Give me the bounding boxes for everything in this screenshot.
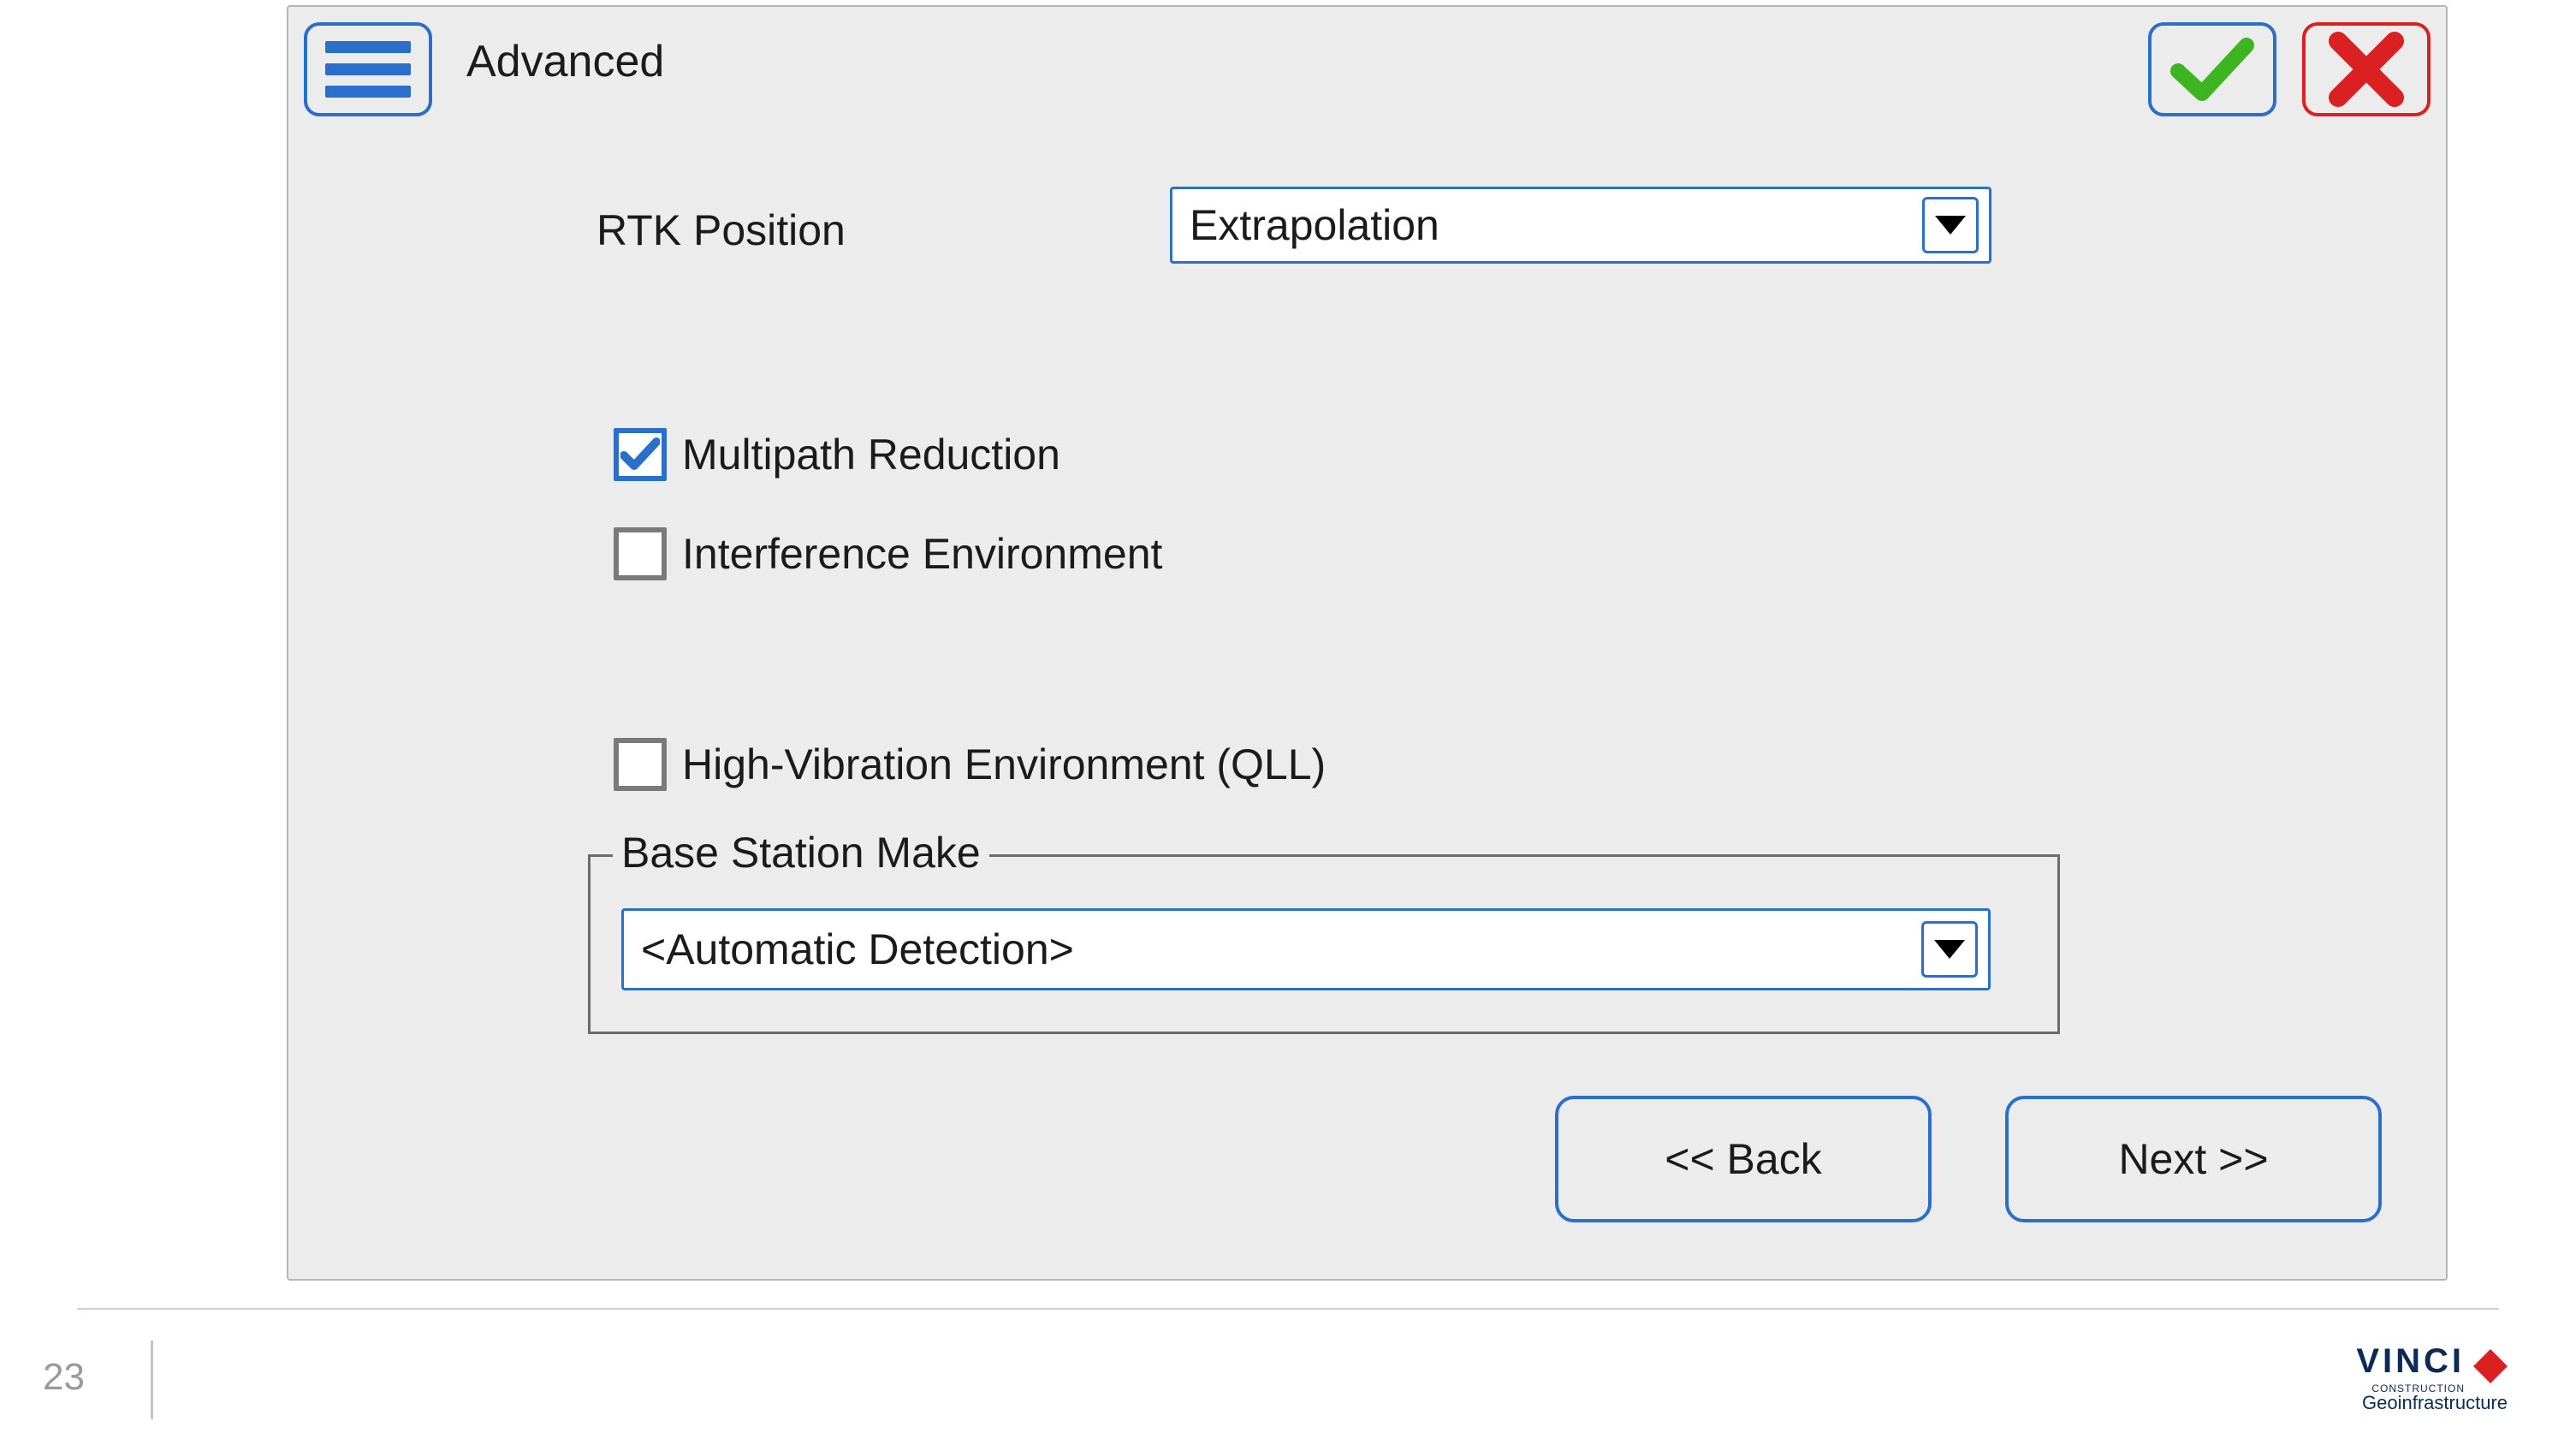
dialog-panel: Advanced RTK Position Extrapolation — [287, 5, 2448, 1281]
base-station-make-dropdown[interactable]: <Automatic Detection> — [621, 908, 1991, 990]
confirm-button[interactable] — [2148, 22, 2276, 116]
footer-divider — [77, 1308, 2499, 1310]
multipath-reduction-label: Multipath Reduction — [682, 430, 1060, 479]
checkmark-icon — [620, 435, 660, 474]
logo-primary-text: VINCI — [2356, 1344, 2465, 1378]
interference-environment-checkbox[interactable] — [614, 527, 667, 580]
hamburger-icon — [325, 41, 411, 98]
interference-environment-label: Interference Environment — [682, 529, 1162, 579]
logo-diamond-icon — [2473, 1349, 2508, 1383]
close-icon — [2328, 31, 2405, 108]
logo-division-text: Geoinfrastructure — [2356, 1394, 2508, 1412]
next-button[interactable]: Next >> — [2005, 1096, 2382, 1222]
logo-tagline-text: CONSTRUCTION — [2356, 1383, 2465, 1394]
rtk-position-dropdown[interactable]: Extrapolation — [1170, 187, 1991, 264]
page-title: Advanced — [466, 36, 664, 87]
page-number-divider — [151, 1341, 153, 1419]
cancel-button[interactable] — [2302, 22, 2431, 116]
menu-button[interactable] — [304, 22, 432, 116]
rtk-position-label: RTK Position — [597, 205, 846, 255]
back-button-label: << Back — [1665, 1134, 1821, 1184]
base-station-make-group: Base Station Make <Automatic Detection> — [588, 854, 2060, 1034]
high-vibration-checkbox[interactable] — [614, 738, 667, 791]
interference-environment-row: Interference Environment — [614, 527, 1162, 580]
high-vibration-row: High-Vibration Environment (QLL) — [614, 738, 1326, 791]
checkmark-icon — [2169, 35, 2255, 104]
vinci-logo: VINCI CONSTRUCTION Geoinfrastructure — [2356, 1344, 2508, 1412]
multipath-reduction-row: Multipath Reduction — [614, 428, 1060, 481]
base-station-make-legend: Base Station Make — [613, 828, 989, 877]
high-vibration-label: High-Vibration Environment (QLL) — [682, 740, 1326, 789]
slide: Advanced RTK Position Extrapolation — [0, 0, 2576, 1445]
chevron-down-icon — [1921, 921, 1978, 978]
back-button[interactable]: << Back — [1555, 1096, 1932, 1222]
rtk-position-value: Extrapolation — [1190, 200, 1912, 250]
multipath-reduction-checkbox[interactable] — [614, 428, 667, 481]
base-station-make-value: <Automatic Detection> — [641, 925, 1911, 974]
next-button-label: Next >> — [2118, 1134, 2268, 1184]
chevron-down-icon — [1922, 197, 1979, 253]
dialog-header: Advanced — [299, 17, 2436, 120]
page-number: 23 — [43, 1356, 85, 1399]
